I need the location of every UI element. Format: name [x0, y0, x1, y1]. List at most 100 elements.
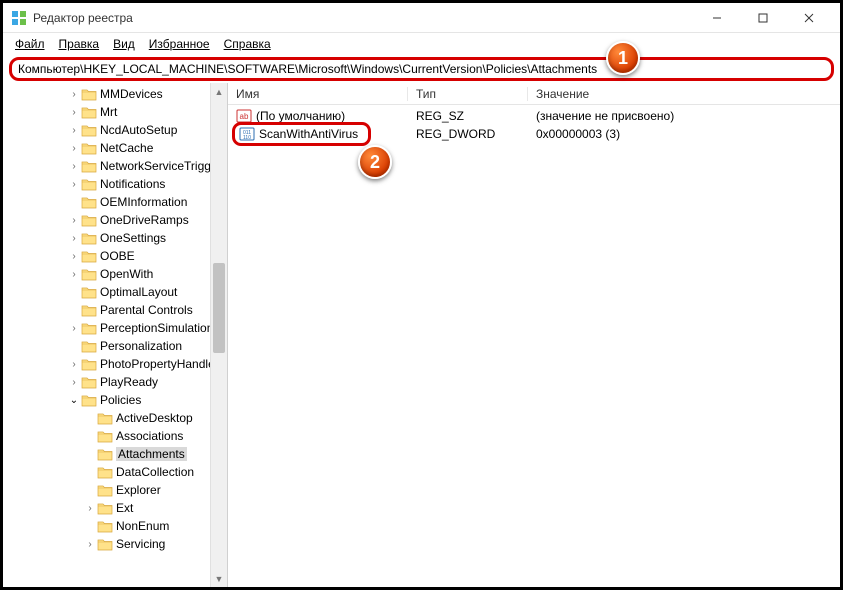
expander-icon[interactable]: ›: [67, 89, 81, 100]
column-type[interactable]: Тип: [408, 87, 528, 101]
folder-icon: [81, 160, 97, 173]
list-panel: Имя Тип Значение ab(По умолчанию)REG_SZ(…: [228, 83, 840, 587]
menu-favorites[interactable]: Избранное: [143, 36, 216, 52]
folder-icon: [81, 124, 97, 137]
scroll-up-icon[interactable]: ▲: [211, 83, 227, 100]
minimize-button[interactable]: [694, 3, 740, 33]
address-path: Компьютер\HKEY_LOCAL_MACHINE\SOFTWARE\Mi…: [18, 62, 597, 76]
folder-icon: [97, 520, 113, 533]
tree-item[interactable]: DataCollection: [5, 463, 227, 481]
tree-item-label: Explorer: [116, 483, 161, 497]
tree-item[interactable]: NonEnum: [5, 517, 227, 535]
expander-icon[interactable]: ›: [67, 215, 81, 226]
titlebar: Редактор реестра: [3, 3, 840, 33]
expander-icon[interactable]: ›: [67, 269, 81, 280]
tree-scrollbar[interactable]: ▲ ▼: [210, 83, 227, 587]
tree-item-label: MMDevices: [100, 87, 163, 101]
expander-icon[interactable]: ›: [67, 233, 81, 244]
tree-item[interactable]: Parental Controls: [5, 301, 227, 319]
scroll-down-icon[interactable]: ▼: [211, 570, 227, 587]
expander-icon[interactable]: ›: [67, 143, 81, 154]
tree-item[interactable]: ›PhotoPropertyHandler: [5, 355, 227, 373]
tree-item[interactable]: Explorer: [5, 481, 227, 499]
tree-item[interactable]: › PerceptionSimulationExtensions: [5, 319, 227, 337]
tree-item[interactable]: ›OOBE: [5, 247, 227, 265]
menu-help[interactable]: Справка: [218, 36, 277, 52]
folder-icon: [81, 88, 97, 101]
tree-item[interactable]: Attachments: [5, 445, 227, 463]
tree-item[interactable]: › Servicing: [5, 535, 227, 553]
reg-value-icon: 011110: [239, 126, 255, 142]
folder-icon: [81, 250, 97, 263]
tree-item[interactable]: Associations: [5, 427, 227, 445]
tree-item-label: PerceptionSimulationExtensions: [100, 321, 228, 335]
folder-icon: [81, 178, 97, 191]
tree-item-label: Associations: [116, 429, 183, 443]
tree-item-label: Servicing: [116, 537, 165, 551]
tree-item[interactable]: › MMDevices: [5, 85, 227, 103]
expander-icon[interactable]: ›: [67, 251, 81, 262]
scroll-thumb[interactable]: [213, 263, 225, 353]
list-header: Имя Тип Значение: [228, 83, 840, 105]
tree-item[interactable]: › OpenWith: [5, 265, 227, 283]
menu-edit[interactable]: Правка: [53, 36, 106, 52]
value-name: ScanWithAntiVirus: [259, 127, 358, 141]
folder-icon: [97, 430, 113, 443]
folder-icon: [81, 322, 97, 335]
menu-view[interactable]: Вид: [107, 36, 141, 52]
tree-item[interactable]: OptimalLayout: [5, 283, 227, 301]
tree-item[interactable]: ActiveDesktop: [5, 409, 227, 427]
close-button[interactable]: [786, 3, 832, 33]
folder-icon: [97, 412, 113, 425]
folder-icon: [97, 466, 113, 479]
expander-icon[interactable]: ›: [67, 179, 81, 190]
callout-2: 2: [358, 145, 392, 179]
window-title: Редактор реестра: [33, 11, 133, 25]
tree-item[interactable]: ⌄ Policies: [5, 391, 227, 409]
tree-item-label: OEMInformation: [100, 195, 187, 209]
expander-icon[interactable]: ›: [67, 359, 81, 370]
tree-item-label: Notifications: [100, 177, 165, 191]
tree-item-label: ActiveDesktop: [116, 411, 193, 425]
tree-item-label: OneSettings: [100, 231, 166, 245]
tree-item[interactable]: ›Ext: [5, 499, 227, 517]
menu-file[interactable]: Файл: [9, 36, 51, 52]
expander-icon[interactable]: ›: [67, 125, 81, 136]
expander-icon[interactable]: ›: [83, 503, 97, 514]
tree-item[interactable]: ›Mrt: [5, 103, 227, 121]
regedit-app-icon: [11, 10, 27, 26]
tree-item-label: NcdAutoSetup: [100, 123, 177, 137]
tree-item[interactable]: ›OneDriveRamps: [5, 211, 227, 229]
tree-item[interactable]: › NcdAutoSetup: [5, 121, 227, 139]
tree-item-label: OpenWith: [100, 267, 153, 281]
tree-item[interactable]: › Notifications: [5, 175, 227, 193]
expander-icon[interactable]: ›: [83, 539, 97, 550]
expander-icon[interactable]: ⌄: [67, 395, 81, 406]
tree-item-label: OptimalLayout: [100, 285, 177, 299]
expander-icon[interactable]: ›: [67, 107, 81, 118]
tree-item[interactable]: ›NetCache: [5, 139, 227, 157]
address-bar[interactable]: Компьютер\HKEY_LOCAL_MACHINE\SOFTWARE\Mi…: [9, 57, 834, 81]
column-name[interactable]: Имя: [228, 87, 408, 101]
folder-icon: [81, 268, 97, 281]
svg-text:ab: ab: [240, 112, 249, 121]
tree-item-label: PlayReady: [100, 375, 158, 389]
folder-icon: [81, 106, 97, 119]
folder-icon: [81, 358, 97, 371]
tree-item[interactable]: OEMInformation: [5, 193, 227, 211]
tree-item-label: Personalization: [100, 339, 182, 353]
tree-item-label: Policies: [100, 393, 141, 407]
expander-icon[interactable]: ›: [67, 323, 81, 334]
tree-item[interactable]: Personalization: [5, 337, 227, 355]
list-row[interactable]: 011110ScanWithAntiVirusREG_DWORD0x000000…: [228, 125, 840, 143]
expander-icon[interactable]: ›: [67, 161, 81, 172]
tree-item[interactable]: › OneSettings: [5, 229, 227, 247]
maximize-button[interactable]: [740, 3, 786, 33]
folder-icon: [97, 484, 113, 497]
expander-icon[interactable]: ›: [67, 377, 81, 388]
column-data[interactable]: Значение: [528, 87, 840, 101]
tree-item[interactable]: ›NetworkServiceTriggers: [5, 157, 227, 175]
tree-item[interactable]: › PlayReady: [5, 373, 227, 391]
cell-data: 0x00000003 (3): [528, 127, 840, 141]
folder-icon: [81, 394, 97, 407]
